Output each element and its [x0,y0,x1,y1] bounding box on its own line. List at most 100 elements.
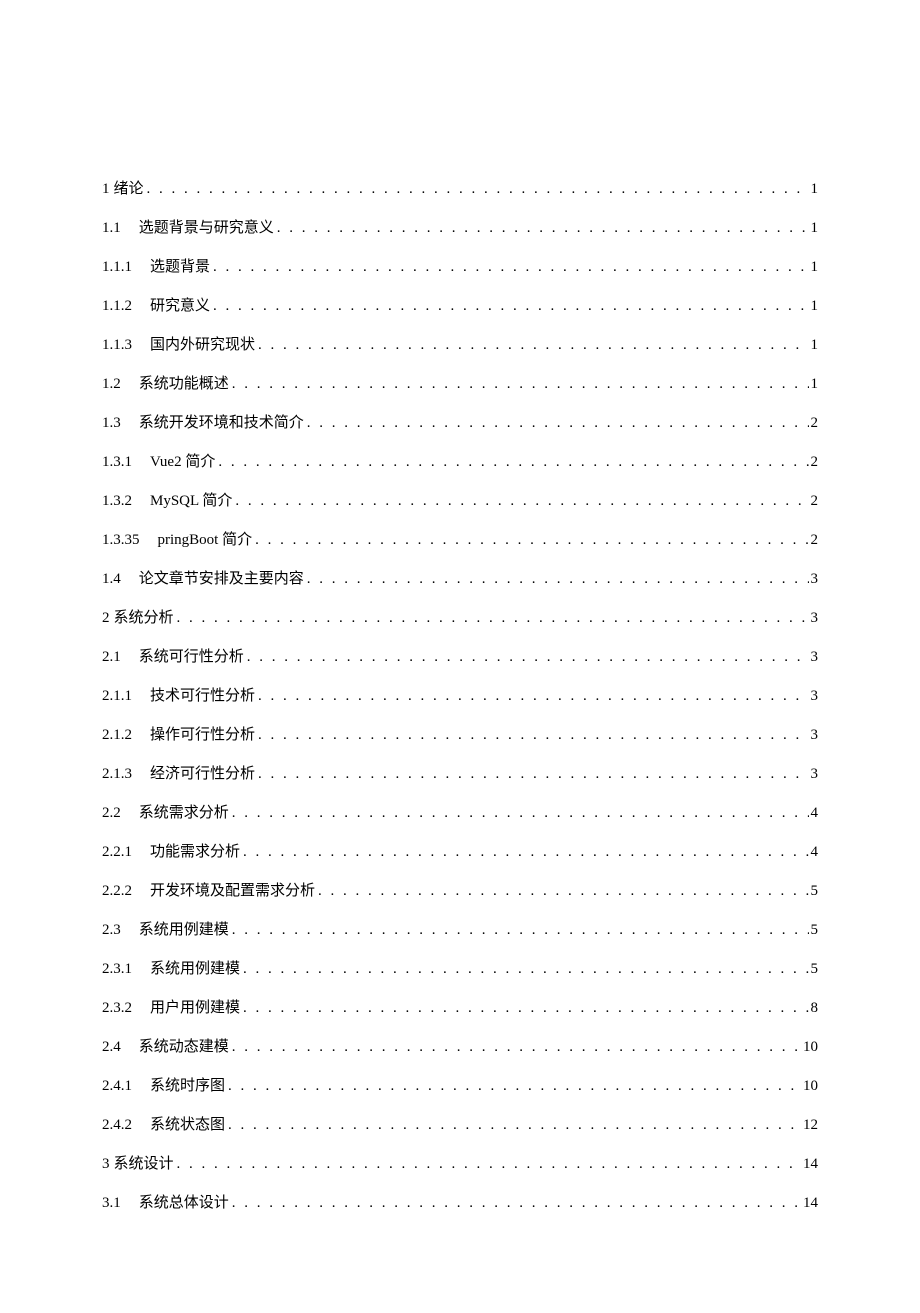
toc-entry-number: 2.4.2 [102,1116,150,1134]
toc-entry-page: 8 [809,999,819,1017]
toc-entry-number: 2.1 [102,648,139,666]
toc-entry: 2.1.3经济可行性分析. . . . . . . . . . . . . . … [102,765,818,783]
toc-entry-title: 系统时序图 [150,1077,225,1095]
toc-entry-page: 4 [809,804,819,822]
toc-entry: 1.1.1选题背景. . . . . . . . . . . . . . . .… [102,258,818,276]
toc-entry: 2.1系统可行性分析. . . . . . . . . . . . . . . … [102,648,818,666]
toc-leader-dots: . . . . . . . . . . . . . . . . . . . . … [240,999,808,1017]
toc-entry-title: 选题背景 [150,258,210,276]
toc-entry-title: 选题背景与研究意义 [139,219,274,237]
toc-entry-page: 2 [809,531,819,549]
toc-entry-title: 系统动态建模 [139,1038,229,1056]
toc-entry-number: 1.4 [102,570,139,588]
toc-entry-title: MySQL 简介 [150,492,232,510]
toc-entry-title: 经济可行性分析 [150,765,255,783]
toc-entry-title: 系统用例建模 [150,960,240,978]
toc-leader-dots: . . . . . . . . . . . . . . . . . . . . … [174,1155,801,1173]
toc-entry-title: 开发环境及配置需求分析 [150,882,315,900]
toc-entry-page: 5 [809,960,819,978]
toc-entry-title: 技术可行性分析 [150,687,255,705]
toc-entry: 1.1选题背景与研究意义. . . . . . . . . . . . . . … [102,219,818,237]
toc-entry-page: 10 [801,1038,818,1056]
toc-entry-title: 绪论 [114,180,144,198]
toc-entry-page: 1 [809,258,819,276]
toc-entry-page: 5 [809,921,819,939]
toc-entry-title: 论文章节安排及主要内容 [139,570,304,588]
toc-entry-page: 2 [809,492,819,510]
toc-leader-dots: . . . . . . . . . . . . . . . . . . . . … [252,531,808,549]
toc-entry-page: 2 [809,453,819,471]
toc-entry-number: 2.1.2 [102,726,150,744]
toc-leader-dots: . . . . . . . . . . . . . . . . . . . . … [315,882,808,900]
toc-entry-number: 2.1.3 [102,765,150,783]
toc-entry-number: 1.3.35 [102,531,158,549]
toc-leader-dots: . . . . . . . . . . . . . . . . . . . . … [255,336,808,354]
toc-entry: 3系统设计. . . . . . . . . . . . . . . . . .… [102,1155,818,1173]
toc-entry-page: 3 [809,609,819,627]
toc-entry-page: 3 [809,726,819,744]
toc-entry-title: 系统分析 [114,609,174,627]
toc-entry-page: 14 [801,1155,818,1173]
toc-entry-title: 系统设计 [114,1155,174,1173]
toc-entry-page: 1 [809,219,819,237]
toc-leader-dots: . . . . . . . . . . . . . . . . . . . . … [240,960,808,978]
toc-entry-title: 系统开发环境和技术简介 [139,414,304,432]
toc-leader-dots: . . . . . . . . . . . . . . . . . . . . … [232,492,808,510]
toc-entry: 1.1.2研究意义. . . . . . . . . . . . . . . .… [102,297,818,315]
toc-leader-dots: . . . . . . . . . . . . . . . . . . . . … [304,570,809,588]
toc-entry-number: 2.4.1 [102,1077,150,1095]
toc-leader-dots: . . . . . . . . . . . . . . . . . . . . … [229,804,809,822]
toc-entry-title: 系统状态图 [150,1116,225,1134]
toc-entry: 2.3.2用户用例建模. . . . . . . . . . . . . . .… [102,999,818,1017]
toc-entry-number: 1.3.1 [102,453,150,471]
toc-entry-title: 系统功能概述 [139,375,229,393]
toc-entry-page: 3 [809,765,819,783]
toc-entry-number: 2.3 [102,921,139,939]
toc-entry: 1.3.2MySQL 简介. . . . . . . . . . . . . .… [102,492,818,510]
toc-leader-dots: . . . . . . . . . . . . . . . . . . . . … [229,1194,801,1212]
toc-entry-page: 1 [809,180,819,198]
toc-entry-title: 系统可行性分析 [139,648,244,666]
toc-entry-page: 3 [809,687,819,705]
toc-entry: 2.4系统动态建模. . . . . . . . . . . . . . . .… [102,1038,818,1056]
toc-entry-number: 2.4 [102,1038,139,1056]
toc-entry-number: 3.1 [102,1194,139,1212]
toc-entry-number: 2.3.1 [102,960,150,978]
toc-leader-dots: . . . . . . . . . . . . . . . . . . . . … [244,648,809,666]
toc-leader-dots: . . . . . . . . . . . . . . . . . . . . … [144,180,809,198]
toc-entry-number: 2.3.2 [102,999,150,1017]
toc-entry-title: 用户用例建模 [150,999,240,1017]
toc-entry-number: 1.3 [102,414,139,432]
toc-leader-dots: . . . . . . . . . . . . . . . . . . . . … [229,375,809,393]
toc-entry: 2.4.1系统时序图. . . . . . . . . . . . . . . … [102,1077,818,1095]
toc-entry: 1 绪论. . . . . . . . . . . . . . . . . . .… [102,180,818,198]
toc-entry: 1.4论文章节安排及主要内容. . . . . . . . . . . . . … [102,570,818,588]
toc-entry-number: 3 [102,1155,114,1173]
toc-entry: 2系统分析. . . . . . . . . . . . . . . . . .… [102,609,818,627]
toc-entry-number: 1.1.2 [102,297,150,315]
toc-entry-title: 研究意义 [150,297,210,315]
toc-leader-dots: . . . . . . . . . . . . . . . . . . . . … [304,414,809,432]
toc-entry: 2.1.1技术可行性分析. . . . . . . . . . . . . . … [102,687,818,705]
toc-leader-dots: . . . . . . . . . . . . . . . . . . . . … [210,258,808,276]
toc-entry: 2.3系统用例建模. . . . . . . . . . . . . . . .… [102,921,818,939]
toc-leader-dots: . . . . . . . . . . . . . . . . . . . . … [229,1038,801,1056]
toc-entry-number: 1.1.1 [102,258,150,276]
toc-entry-page: 1 [809,336,819,354]
toc-entry-number: 2.2 [102,804,139,822]
toc-entry-title: 系统总体设计 [139,1194,229,1212]
toc-entry-number: 2.2.2 [102,882,150,900]
toc-entry-page: 2 [809,414,819,432]
toc-entry: 3.1系统总体设计. . . . . . . . . . . . . . . .… [102,1194,818,1212]
toc-entry-number: 2 [102,609,114,627]
toc-leader-dots: . . . . . . . . . . . . . . . . . . . . … [240,843,808,861]
toc-entry-number: 1.2 [102,375,139,393]
toc-entry-title: 系统用例建模 [139,921,229,939]
toc-entry-title: Vue2 简介 [150,453,215,471]
toc-entry: 2.1.2操作可行性分析. . . . . . . . . . . . . . … [102,726,818,744]
toc-entry: 2.2系统需求分析. . . . . . . . . . . . . . . .… [102,804,818,822]
toc-leader-dots: . . . . . . . . . . . . . . . . . . . . … [210,297,808,315]
toc-entry-page: 1 [809,297,819,315]
toc-leader-dots: . . . . . . . . . . . . . . . . . . . . … [225,1077,801,1095]
toc-entry-number: 2.1.1 [102,687,150,705]
